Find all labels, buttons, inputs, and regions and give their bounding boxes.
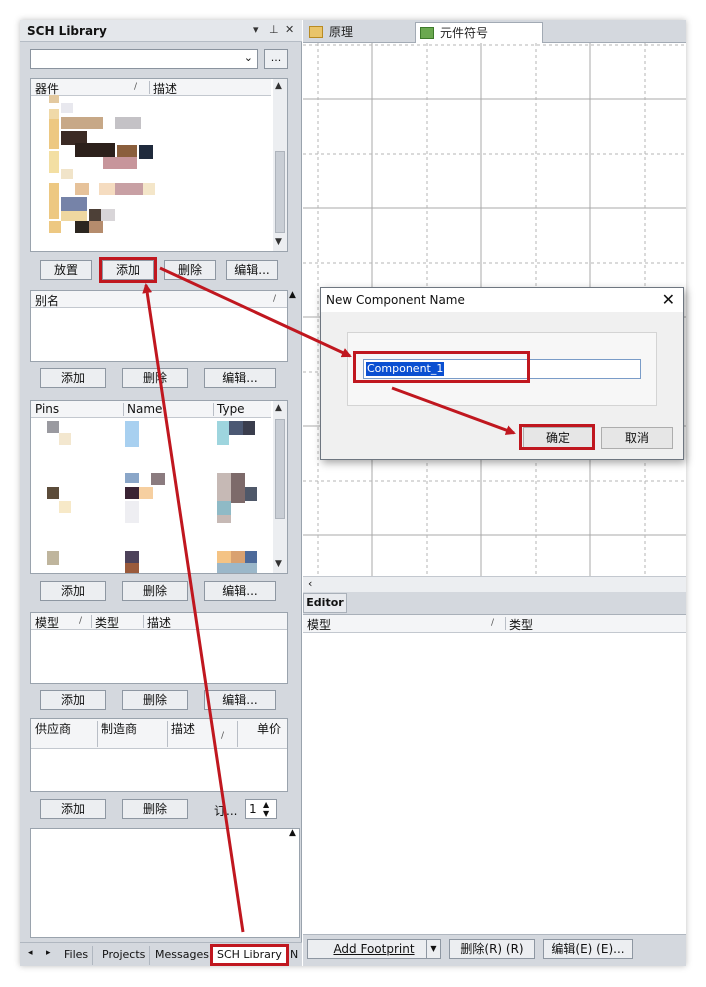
arrow-to-input: [159, 266, 352, 358]
arrow-to-ok: [391, 386, 516, 435]
annotation-arrows: [142, 266, 516, 933]
arrow-to-add-button: [142, 283, 245, 933]
